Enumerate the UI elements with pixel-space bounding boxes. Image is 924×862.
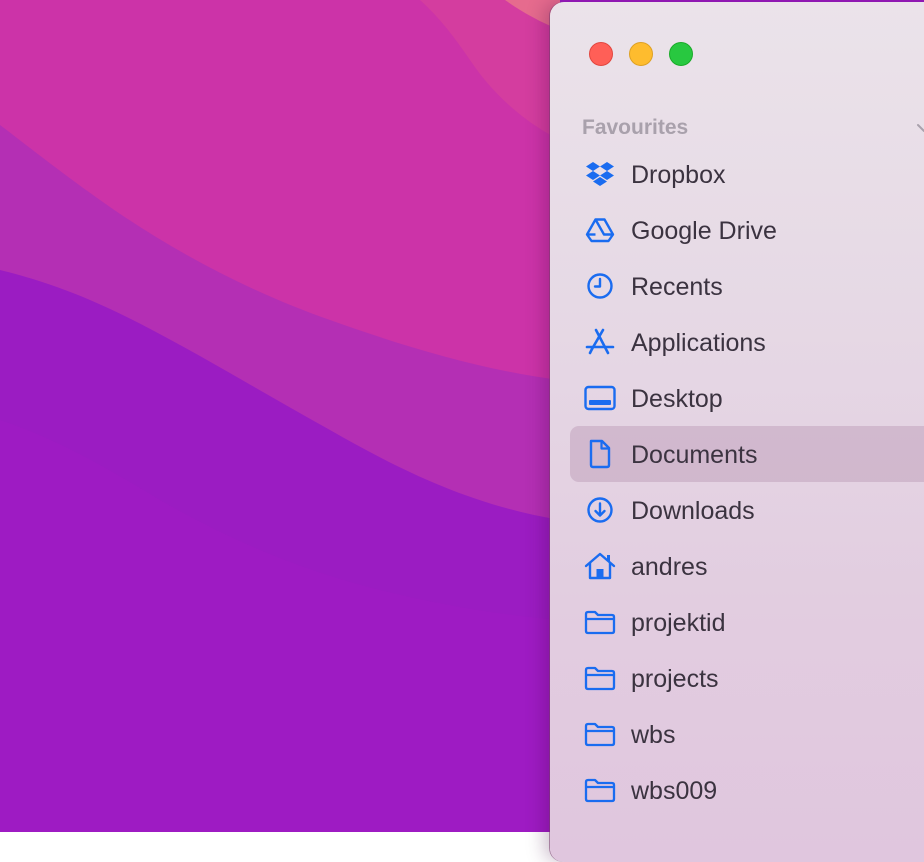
sidebar-item-downloads[interactable]: Downloads <box>570 482 924 538</box>
sidebar-item-google-drive[interactable]: Google Drive <box>570 202 924 258</box>
sidebar-favourites-list: Dropbox Google Drive Recents Application… <box>570 146 924 818</box>
window-controls <box>589 42 693 66</box>
document-icon <box>584 439 616 469</box>
sidebar-item-label: projects <box>631 665 719 693</box>
folder-icon <box>584 719 616 749</box>
sidebar-item-projects[interactable]: projects <box>570 650 924 706</box>
sidebar-item-projektid[interactable]: projektid <box>570 594 924 650</box>
home-icon <box>584 551 616 581</box>
sidebar-item-label: wbs <box>631 721 676 749</box>
sidebar-item-label: Downloads <box>631 497 755 525</box>
clock-icon <box>584 271 616 301</box>
applications-icon <box>584 327 616 357</box>
sidebar-item-andres[interactable]: andres <box>570 538 924 594</box>
chevron-down-icon[interactable] <box>914 118 924 138</box>
sidebar-item-label: projektid <box>631 609 726 637</box>
section-title: Favourites <box>582 116 689 139</box>
dropbox-icon <box>584 159 616 189</box>
google-drive-icon <box>584 215 616 245</box>
sidebar-item-wbs[interactable]: wbs <box>570 706 924 762</box>
sidebar-item-label: Google Drive <box>631 217 777 245</box>
sidebar-item-label: Applications <box>631 329 766 357</box>
zoom-button[interactable] <box>669 42 693 66</box>
folder-icon <box>584 607 616 637</box>
close-button[interactable] <box>589 42 613 66</box>
sidebar-item-applications[interactable]: Applications <box>570 314 924 370</box>
favourites-section-header[interactable]: Favourites <box>582 112 924 142</box>
sidebar-item-wbs009[interactable]: wbs009 <box>570 762 924 818</box>
sidebar-item-label: Dropbox <box>631 161 726 189</box>
download-icon <box>584 495 616 525</box>
sidebar-item-dropbox[interactable]: Dropbox <box>570 146 924 202</box>
sidebar-item-documents[interactable]: Documents <box>570 426 924 482</box>
sidebar-item-label: Documents <box>631 441 758 469</box>
sidebar-item-desktop[interactable]: Desktop <box>570 370 924 426</box>
sidebar-item-label: Desktop <box>631 385 723 413</box>
folder-icon <box>584 663 616 693</box>
desktop-icon <box>584 383 616 413</box>
sidebar-item-label: Recents <box>631 273 723 301</box>
sidebar-item-label: wbs009 <box>631 777 718 805</box>
sidebar-item-label: andres <box>631 553 708 581</box>
finder-window: Favourites Dropbox Google Drive Recents … <box>550 2 924 862</box>
sidebar-item-recents[interactable]: Recents <box>570 258 924 314</box>
folder-icon <box>584 775 616 805</box>
minimize-button[interactable] <box>629 42 653 66</box>
